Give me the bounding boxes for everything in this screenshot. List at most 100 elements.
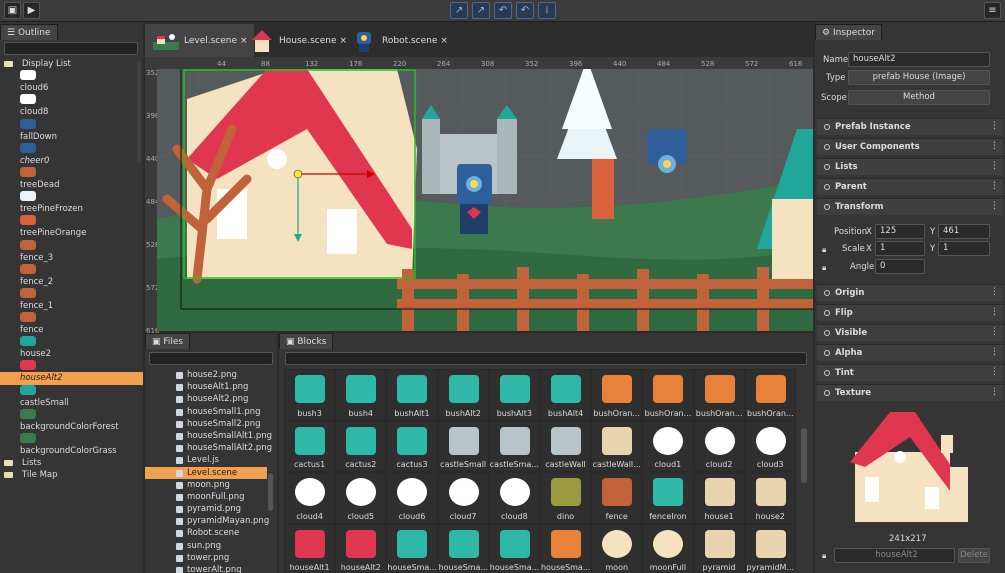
outline-item[interactable]: backgroundColorForest [0,421,143,433]
file-item[interactable]: tower.png [145,552,267,564]
kebab-menu-icon[interactable]: ⋮ [990,201,999,211]
tab-level-scene[interactable]: Level.scene × [145,24,254,57]
files-scrollbar[interactable] [268,473,273,511]
section-prefab-instance[interactable]: Prefab Instance ⋮ [817,118,1003,135]
block-item[interactable]: cloud3 [744,420,796,472]
block-item[interactable]: bushAlt2 [437,369,489,421]
section-tint[interactable]: Tint ⋮ [817,364,1003,381]
block-item[interactable]: bush4 [335,369,387,421]
file-item[interactable]: houseAlt1.png [145,381,267,393]
kebab-menu-icon[interactable]: ⋮ [990,181,999,191]
blocks-scrollbar[interactable] [801,428,807,483]
block-item[interactable]: cactus2 [335,420,387,472]
texture-preview[interactable] [845,407,975,527]
block-item[interactable]: cloud1 [642,420,694,472]
block-item[interactable]: cloud4 [284,472,336,524]
position-y-field[interactable]: 461 [938,224,990,239]
file-item[interactable]: sun.png [145,540,267,552]
outline-item[interactable]: house2 [0,348,143,360]
file-item[interactable]: Level.scene [145,466,267,479]
outline-item[interactable]: treeDead [0,179,143,191]
kebab-menu-icon[interactable]: ⋮ [990,121,999,131]
scale-x-field[interactable]: 1 [875,241,925,256]
outline-item[interactable]: houseAlt2 [0,372,143,385]
file-item[interactable]: pyramidMayan.png [145,515,269,527]
block-item[interactable]: bushOran... [744,369,796,421]
tree-folder-lists[interactable]: Lists [0,457,143,469]
grid-tool-icon[interactable]: ⁞ [538,2,556,19]
file-item[interactable]: Level.js [145,454,267,466]
file-item[interactable]: houseSmall2.png [145,418,267,430]
outline-item[interactable]: fence [0,324,143,336]
file-item[interactable]: towerAlt.png [145,564,267,573]
block-item[interactable]: pyramid [693,523,745,573]
block-item[interactable]: pyramidM... [744,523,796,573]
block-item[interactable]: bushAlt1 [386,369,438,421]
outline-item[interactable]: fence_1 [0,300,143,312]
file-item[interactable]: houseSmallAlt2.png [145,442,272,454]
kebab-menu-icon[interactable]: ⋮ [990,307,999,317]
block-item[interactable]: bushAlt3 [488,369,540,421]
block-item[interactable]: house2 [744,472,796,524]
texture-name-field[interactable]: houseAlt2 [834,548,955,563]
block-item[interactable]: cactus1 [284,420,336,472]
block-item[interactable]: bushOran... [693,369,745,421]
close-icon[interactable]: × [440,36,448,46]
block-item[interactable]: bushAlt4 [539,369,592,421]
section-texture[interactable]: Texture ⋮ [817,384,1003,401]
block-item[interactable]: castleWall... [591,420,643,472]
outline-search-input[interactable] [4,42,138,55]
type-button[interactable]: prefab House (Image) [848,70,990,85]
tab-inspector[interactable]: ⚙ Inspector [815,24,882,40]
block-item[interactable]: castleSma... [488,420,540,472]
block-item[interactable]: fence [591,472,643,524]
file-item[interactable]: moon.png [145,479,267,491]
outline-item[interactable]: cloud8 [0,106,143,118]
lock-icon[interactable]: 🔒︎ [822,263,826,273]
block-item[interactable]: cactus3 [386,420,438,472]
kebab-menu-icon[interactable]: ⋮ [990,141,999,151]
file-item[interactable]: pyramid.png [145,503,267,515]
outline-item[interactable]: backgroundColorGrass [0,445,143,457]
section-visible[interactable]: Visible ⋮ [817,324,1003,341]
lock-icon[interactable]: 🔒︎ [822,245,826,255]
section-flip[interactable]: Flip ⋮ [817,304,1003,321]
kebab-menu-icon[interactable]: ⋮ [990,347,999,357]
outline-item[interactable]: fallDown [0,131,143,143]
play-icon[interactable]: ▶ [23,2,40,19]
section-origin[interactable]: Origin ⋮ [817,284,1003,301]
tab-house-scene[interactable]: House.scene × [240,24,353,57]
file-item[interactable]: houseSmall1.png [145,406,267,418]
tab-blocks[interactable]: ▣ Blocks [279,333,334,349]
position-x-field[interactable]: 125 [875,224,925,239]
block-item[interactable]: moon [591,523,643,573]
block-item[interactable]: bushOran... [642,369,694,421]
block-item[interactable]: cloud5 [335,472,387,524]
block-item[interactable]: bush3 [284,369,336,421]
block-item[interactable]: houseSma... [488,523,540,573]
file-item[interactable]: Robot.scene [145,527,267,539]
outline-item[interactable]: cloud6 [0,82,143,94]
block-item[interactable]: houseSma... [539,523,592,573]
outline-item[interactable]: treePineFrozen [0,203,143,215]
outline-item[interactable]: castleSmall [0,397,143,409]
block-item[interactable]: cloud7 [437,472,489,524]
rotate-tool-icon[interactable]: ↶ [494,2,512,19]
tree-root-display-list[interactable]: Display List [0,58,143,70]
kebab-menu-icon[interactable]: ⋮ [990,387,999,397]
kebab-menu-icon[interactable]: ⋮ [990,327,999,337]
kebab-menu-icon[interactable]: ⋮ [990,367,999,377]
block-item[interactable]: cloud2 [693,420,745,472]
section-lists[interactable]: Lists ⋮ [817,158,1003,175]
scale-y-field[interactable]: 1 [938,241,990,256]
kebab-menu-icon[interactable]: ⋮ [990,161,999,171]
block-item[interactable]: dino [539,472,592,524]
outline-item[interactable]: treePineOrange [0,227,143,239]
open-project-icon[interactable]: ▣ [4,2,21,19]
tab-outline[interactable]: ☰ Outline [0,24,58,40]
origin-tool-icon[interactable]: ↶ [516,2,534,19]
angle-field[interactable]: 0 [875,259,925,274]
block-item[interactable]: cloud8 [488,472,540,524]
outline-item[interactable]: cheer0 [0,155,143,167]
block-item[interactable]: cloud6 [386,472,438,524]
